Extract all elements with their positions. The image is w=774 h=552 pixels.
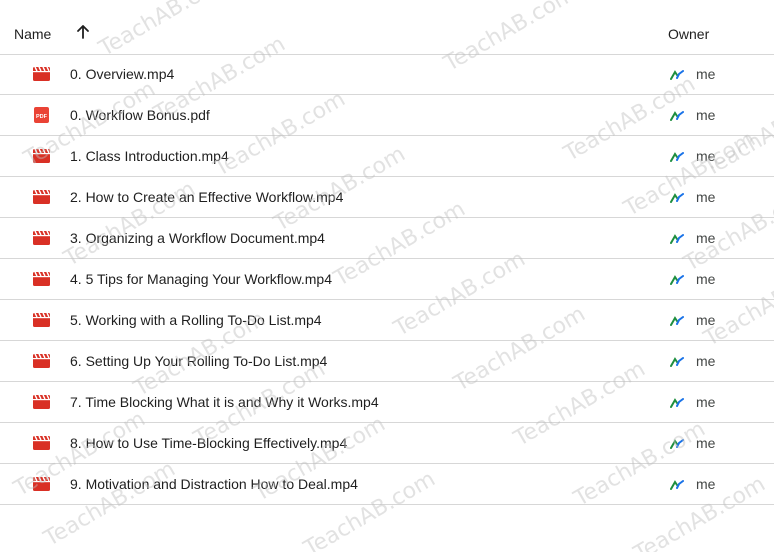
owner-avatar-icon	[670, 478, 684, 490]
file-list: 0. Overview.mp4 me PDF 0. Workflow Bonus.pd…	[0, 54, 774, 505]
file-row[interactable]: 8. How to Use Time-Blocking Effectively.…	[0, 423, 774, 464]
video-file-icon	[33, 66, 50, 82]
video-file-icon	[33, 230, 50, 246]
file-row[interactable]: 3. Organizing a Workflow Document.mp4 me	[0, 218, 774, 259]
file-list-header: Name Owner	[0, 14, 774, 55]
file-row[interactable]: 0. Overview.mp4 me	[0, 54, 774, 95]
file-name: 2. How to Create an Effective Workflow.m…	[70, 189, 344, 205]
video-file-icon	[33, 476, 50, 492]
video-file-icon	[33, 271, 50, 287]
file-row[interactable]: 5. Working with a Rolling To-Do List.mp4…	[0, 300, 774, 341]
file-name: 8. How to Use Time-Blocking Effectively.…	[70, 435, 348, 451]
owner-name: me	[696, 353, 716, 369]
file-row[interactable]: 2. How to Create an Effective Workflow.m…	[0, 177, 774, 218]
owner-name: me	[696, 148, 716, 164]
video-file-icon	[33, 189, 50, 205]
owner-avatar-icon	[670, 232, 684, 244]
file-row[interactable]: 1. Class Introduction.mp4 me	[0, 136, 774, 177]
file-name: 6. Setting Up Your Rolling To-Do List.mp…	[70, 353, 328, 369]
owner-avatar-icon	[670, 437, 684, 449]
file-name: 9. Motivation and Distraction How to Dea…	[70, 476, 358, 492]
file-name: 7. Time Blocking What it is and Why it W…	[70, 394, 379, 410]
file-name: 0. Overview.mp4	[70, 66, 175, 82]
file-name: 4. 5 Tips for Managing Your Workflow.mp4	[70, 271, 332, 287]
owner-avatar-icon	[670, 396, 684, 408]
arrow-up-icon[interactable]	[74, 23, 92, 41]
owner-avatar-icon	[670, 150, 684, 162]
file-name: 3. Organizing a Workflow Document.mp4	[70, 230, 325, 246]
file-row[interactable]: PDF 0. Workflow Bonus.pdf me	[0, 95, 774, 136]
owner-name: me	[696, 66, 716, 82]
owner-name: me	[696, 435, 716, 451]
owner-name: me	[696, 476, 716, 492]
file-name: 5. Working with a Rolling To-Do List.mp4	[70, 312, 322, 328]
video-file-icon	[33, 394, 50, 410]
video-file-icon	[33, 148, 50, 164]
svg-text:PDF: PDF	[36, 114, 48, 120]
owner-avatar-icon	[670, 273, 684, 285]
owner-avatar-icon	[670, 355, 684, 367]
owner-name: me	[696, 107, 716, 123]
video-file-icon	[33, 312, 50, 328]
owner-column-header[interactable]: Owner	[668, 26, 709, 42]
owner-name: me	[696, 230, 716, 246]
name-column-header[interactable]: Name	[14, 26, 51, 42]
owner-name: me	[696, 271, 716, 287]
file-row[interactable]: 7. Time Blocking What it is and Why it W…	[0, 382, 774, 423]
file-name: 0. Workflow Bonus.pdf	[70, 107, 210, 123]
owner-name: me	[696, 394, 716, 410]
video-file-icon	[33, 435, 50, 451]
owner-name: me	[696, 312, 716, 328]
owner-avatar-icon	[670, 191, 684, 203]
pdf-file-icon: PDF	[33, 107, 50, 123]
file-name: 1. Class Introduction.mp4	[70, 148, 229, 164]
video-file-icon	[33, 353, 50, 369]
file-row[interactable]: 9. Motivation and Distraction How to Dea…	[0, 464, 774, 505]
owner-avatar-icon	[670, 68, 684, 80]
file-row[interactable]: 4. 5 Tips for Managing Your Workflow.mp4…	[0, 259, 774, 300]
owner-avatar-icon	[670, 109, 684, 121]
owner-name: me	[696, 189, 716, 205]
file-row[interactable]: 6. Setting Up Your Rolling To-Do List.mp…	[0, 341, 774, 382]
owner-avatar-icon	[670, 314, 684, 326]
